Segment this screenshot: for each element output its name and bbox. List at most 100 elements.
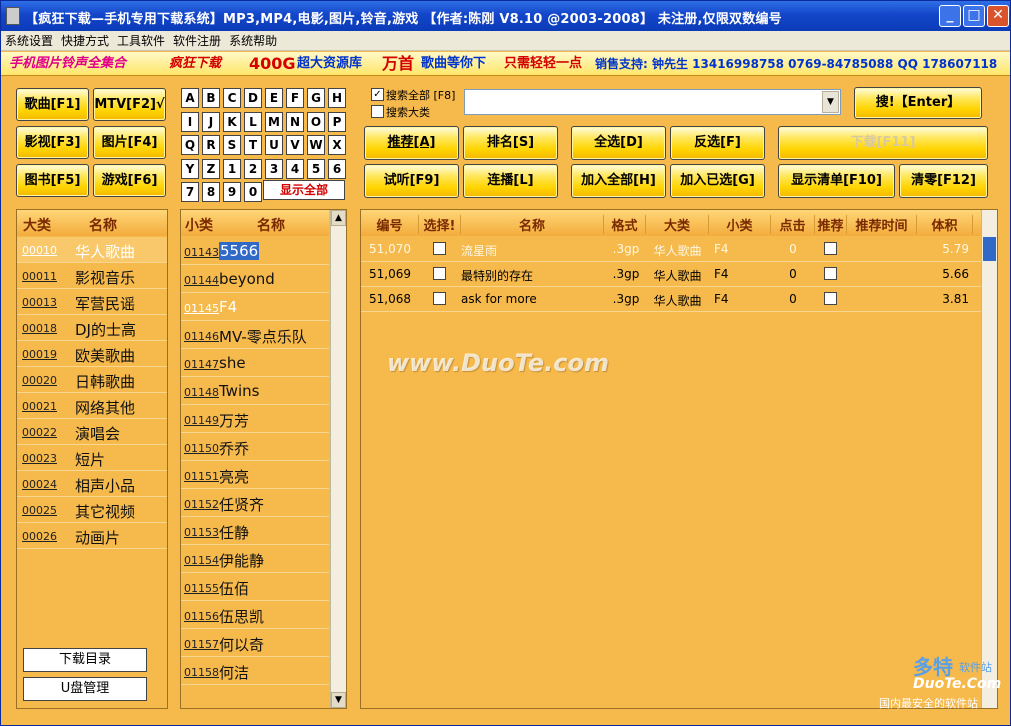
list-item[interactable]: 01150 乔乔 (181, 433, 329, 461)
list-item[interactable]: 01158 何洁 (181, 657, 329, 685)
list-item[interactable]: 01153 任静 (181, 517, 329, 545)
add-all-button[interactable]: 加入全部[H] (571, 164, 666, 198)
pictures-button[interactable]: 图片[F4] (93, 126, 166, 159)
key-i-button[interactable]: I (181, 111, 199, 132)
list-item[interactable]: 00011 影视音乐 (17, 263, 167, 289)
listen-button[interactable]: 试听[F9] (364, 164, 459, 198)
key-u-button[interactable]: U (265, 135, 283, 155)
select-checkbox[interactable] (433, 267, 446, 280)
key-1-button[interactable]: 1 (223, 158, 241, 179)
header-recommend-time[interactable]: 推荐时间 (847, 215, 917, 234)
header-recommend[interactable]: 推荐 (815, 215, 847, 234)
key-l-button[interactable]: L (244, 111, 262, 132)
list-item[interactable]: 00010 华人歌曲 (17, 237, 167, 263)
download-button[interactable]: 下载[F11] (778, 126, 988, 160)
usb-manage-button[interactable]: U盘管理 (23, 677, 147, 701)
key-s-button[interactable]: S (223, 135, 241, 155)
key-8-button[interactable]: 8 (202, 182, 220, 202)
key-6-button[interactable]: 6 (328, 158, 346, 179)
list-item[interactable]: 00022 演唱会 (17, 419, 167, 445)
key-y-button[interactable]: Y (181, 158, 199, 179)
key-e-button[interactable]: E (265, 88, 283, 108)
scroll-up-icon[interactable]: ▲ (331, 210, 346, 226)
key-0-button[interactable]: 0 (244, 182, 262, 202)
header-select[interactable]: 选择! (419, 215, 461, 234)
table-row[interactable]: 51,070 流星雨 .3gp 华人歌曲 F4 0 5.79 (361, 237, 981, 262)
add-selected-button[interactable]: 加入已选[G] (670, 164, 765, 198)
maximize-button[interactable]: □ (963, 5, 985, 27)
list-item[interactable]: 01145 F4 (181, 293, 329, 321)
list-item[interactable]: 01146 MV-零点乐队 (181, 321, 329, 349)
autoplay-button[interactable]: 连播[L] (463, 164, 558, 198)
table-row[interactable]: 51,068 ask for more .3gp 华人歌曲 F4 0 3.81 (361, 287, 981, 312)
recommend-button[interactable]: 推荐[A] (364, 126, 459, 160)
key-2-button[interactable]: 2 (244, 158, 262, 179)
song-table-scrollbar[interactable] (981, 210, 997, 708)
list-item[interactable]: 01154 伊能静 (181, 545, 329, 573)
chevron-down-icon[interactable]: ▼ (822, 91, 839, 113)
rank-button[interactable]: 排名[S] (463, 126, 558, 160)
list-item[interactable]: 01155 伍佰 (181, 573, 329, 601)
menu-register[interactable]: 软件注册 (169, 31, 225, 51)
list-item[interactable]: 01157 何以奇 (181, 629, 329, 657)
key-q-button[interactable]: Q (181, 135, 199, 155)
key-n-button[interactable]: N (286, 111, 304, 132)
key-a-button[interactable]: A (181, 88, 199, 108)
list-item[interactable]: 01152 任贤齐 (181, 489, 329, 517)
key-k-button[interactable]: K (223, 111, 241, 132)
movies-button[interactable]: 影视[F3] (16, 126, 89, 159)
list-item[interactable]: 00021 网络其他 (17, 393, 167, 419)
key-3-button[interactable]: 3 (265, 158, 283, 179)
list-item[interactable]: 01149 万芳 (181, 405, 329, 433)
select-checkbox[interactable] (433, 292, 446, 305)
key-x-button[interactable]: X (328, 135, 346, 155)
menu-tools[interactable]: 工具软件 (113, 31, 169, 51)
key-4-button[interactable]: 4 (286, 158, 304, 179)
invert-selection-button[interactable]: 反选[F] (670, 126, 765, 160)
scroll-down-icon[interactable]: ▼ (331, 692, 346, 708)
mtv-button[interactable]: MTV[F2]√ (93, 88, 166, 121)
header-size[interactable]: 体积 (917, 215, 973, 234)
menu-system-settings[interactable]: 系统设置 (1, 31, 57, 51)
key-p-button[interactable]: P (328, 111, 346, 132)
list-item[interactable]: 01151 亮亮 (181, 461, 329, 489)
header-small-category[interactable]: 小类 (709, 215, 771, 234)
key-d-button[interactable]: D (244, 88, 262, 108)
header-id[interactable]: 编号 (361, 215, 419, 234)
list-item[interactable]: 01147 she (181, 349, 329, 377)
games-button[interactable]: 游戏[F6] (93, 164, 166, 197)
scroll-thumb[interactable] (983, 237, 996, 261)
recommend-checkbox[interactable] (824, 242, 837, 255)
key-f-button[interactable]: F (286, 88, 304, 108)
list-item[interactable]: 00025 其它视频 (17, 497, 167, 523)
header-big-category[interactable]: 大类 (646, 215, 709, 234)
list-item[interactable]: 00013 军营民谣 (17, 289, 167, 315)
list-item[interactable]: 01143 5566 (181, 237, 329, 265)
key-r-button[interactable]: R (202, 135, 220, 155)
key-m-button[interactable]: M (265, 111, 283, 132)
menu-help[interactable]: 系统帮助 (225, 31, 281, 51)
key-h-button[interactable]: H (328, 88, 346, 108)
list-item[interactable]: 00018 DJ的士高 (17, 315, 167, 341)
songs-button[interactable]: 歌曲[F1] (16, 88, 89, 121)
search-all-checkbox[interactable]: ✓ (371, 88, 384, 101)
recommend-checkbox[interactable] (824, 292, 837, 305)
small-list-scrollbar[interactable]: ▲ ▼ (330, 210, 346, 708)
books-button[interactable]: 图书[F5] (16, 164, 89, 197)
list-item[interactable]: 00019 欧美歌曲 (17, 341, 167, 367)
list-item[interactable]: 00026 动画片 (17, 523, 167, 549)
key-5-button[interactable]: 5 (307, 158, 325, 179)
key-v-button[interactable]: V (286, 135, 304, 155)
header-clicks[interactable]: 点击 (771, 215, 815, 234)
header-format[interactable]: 格式 (604, 215, 646, 234)
list-item[interactable]: 01148 Twins (181, 377, 329, 405)
list-item[interactable]: 00020 日韩歌曲 (17, 367, 167, 393)
key-z-button[interactable]: Z (202, 158, 220, 179)
list-item[interactable]: 01144 beyond (181, 265, 329, 293)
header-name[interactable]: 名称 (461, 215, 604, 234)
list-item[interactable]: 00023 短片 (17, 445, 167, 471)
search-button[interactable]: 搜!【Enter】 (854, 87, 982, 119)
key-7-button[interactable]: 7 (181, 182, 199, 202)
key-b-button[interactable]: B (202, 88, 220, 108)
close-button[interactable]: ✕ (987, 5, 1009, 27)
